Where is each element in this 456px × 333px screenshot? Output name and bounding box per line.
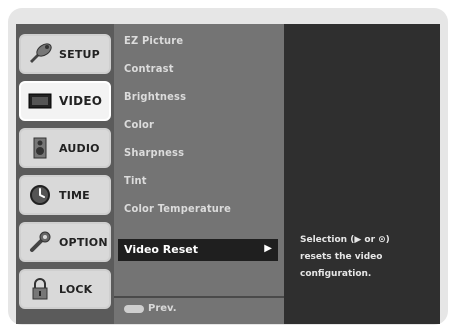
menu-button-icon xyxy=(124,304,144,313)
help-text: Selection (▶ or ⊙) resets the video conf… xyxy=(300,232,440,283)
tab-time[interactable]: TIME xyxy=(19,175,111,215)
menu-item-color-temperature[interactable]: Color Temperature xyxy=(124,202,231,215)
menu-item-video-reset[interactable]: Video Reset ▶ xyxy=(118,239,278,261)
clock-icon xyxy=(27,182,53,208)
menu-item-sharpness[interactable]: Sharpness xyxy=(124,146,184,159)
tab-label: AUDIO xyxy=(59,141,100,155)
prev-label: Prev. xyxy=(148,303,177,314)
menu-item-label: Video Reset xyxy=(124,243,199,256)
tab-label: TIME xyxy=(59,188,90,202)
arrow-right-icon: ▶ xyxy=(264,243,272,254)
tab-setup[interactable]: SETUP xyxy=(19,34,111,74)
menu-item-ez-picture[interactable]: EZ Picture xyxy=(124,34,183,47)
help-line-1: Selection (▶ or ⊙) xyxy=(300,235,390,245)
menu-item-brightness[interactable]: Brightness xyxy=(124,90,186,103)
tab-option[interactable]: OPTION xyxy=(19,222,111,262)
lock-icon xyxy=(27,276,53,302)
tab-label: SETUP xyxy=(59,47,100,61)
satellite-dish-icon xyxy=(27,41,53,67)
menu-divider xyxy=(114,296,284,298)
monitor-icon xyxy=(27,88,53,114)
speaker-icon xyxy=(27,135,53,161)
menu-item-tint[interactable]: Tint xyxy=(124,174,147,187)
category-tabs: SETUP VIDEO AUDIO TIME OPTION LOCK xyxy=(16,24,114,324)
tab-label: OPTION xyxy=(59,235,108,249)
tab-lock[interactable]: LOCK xyxy=(19,269,111,309)
tab-label: VIDEO xyxy=(59,94,103,108)
menu-item-color[interactable]: Color xyxy=(124,118,154,131)
tab-audio[interactable]: AUDIO xyxy=(19,128,111,168)
tab-video[interactable]: VIDEO xyxy=(19,81,111,121)
tab-label: LOCK xyxy=(59,282,93,296)
menu-item-contrast[interactable]: Contrast xyxy=(124,62,174,75)
wrench-icon xyxy=(27,229,53,255)
help-line-3: configuration. xyxy=(300,269,372,279)
help-line-2: resets the video xyxy=(300,252,383,262)
prev-hint: Prev. xyxy=(124,303,177,314)
